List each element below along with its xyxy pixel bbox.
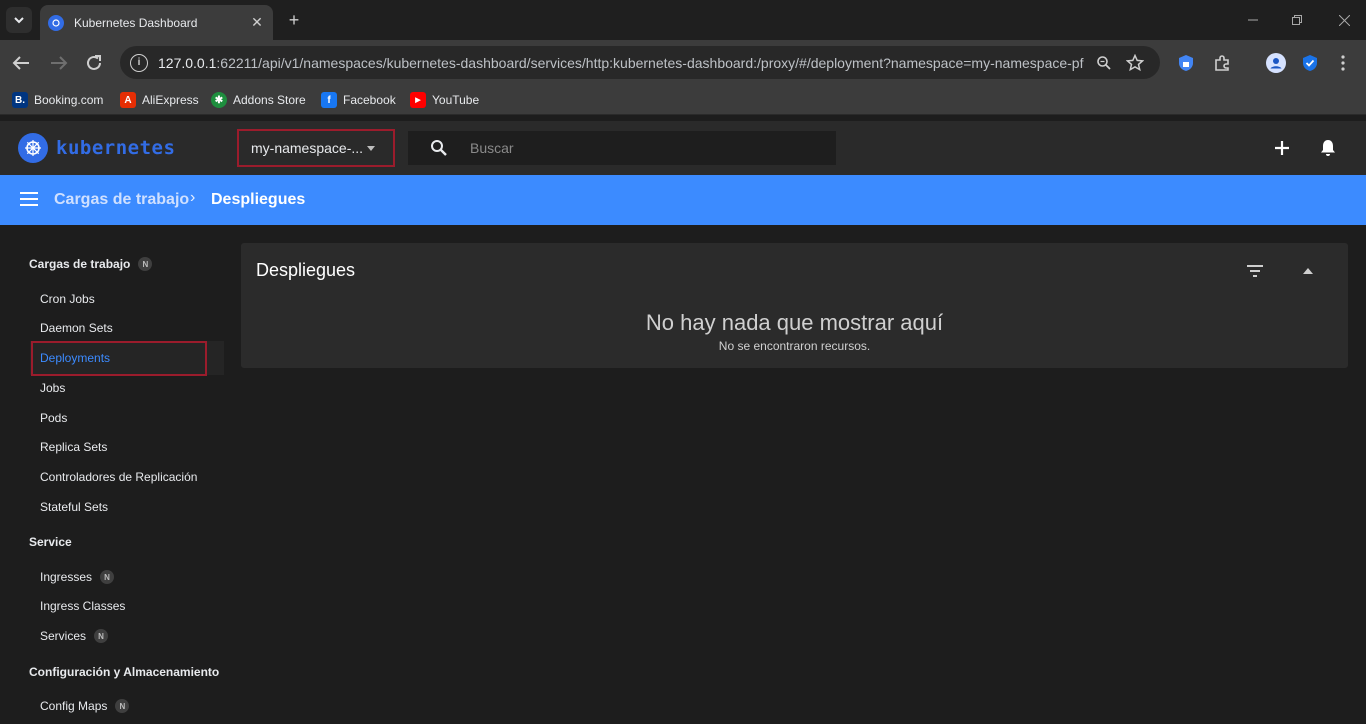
bookmarks-bar: B. Booking.com A AliExpress ✱ Addons Sto… bbox=[0, 85, 1366, 115]
sidebar-item-services[interactable]: Services N bbox=[40, 629, 109, 643]
aliexpress-icon: A bbox=[120, 92, 136, 108]
section-label: Configuración y Almacenamiento bbox=[29, 665, 220, 679]
forward-icon[interactable] bbox=[46, 50, 72, 76]
tab-title: Kubernetes Dashboard bbox=[74, 15, 198, 30]
breadcrumb-workloads[interactable]: Cargas de trabajo bbox=[54, 191, 189, 209]
extensions-icon[interactable] bbox=[1210, 51, 1234, 75]
section-label: Service bbox=[29, 535, 72, 549]
bookmark-booking[interactable]: B. Booking.com bbox=[12, 92, 103, 108]
sidebar-item-replication-controllers[interactable]: Controladores de Replicación bbox=[40, 470, 197, 484]
url-text[interactable]: 127.0.0.1:62211/api/v1/namespaces/kubern… bbox=[158, 55, 1088, 71]
namespace-selector[interactable]: my-namespace-... bbox=[237, 129, 395, 167]
breadcrumb-bar: Cargas de trabajo › Despliegues bbox=[0, 175, 1366, 225]
sidebar-item-ingress-classes[interactable]: Ingress Classes bbox=[40, 599, 125, 613]
sidebar-item-config-maps[interactable]: Config Maps N bbox=[40, 699, 130, 713]
sidebar-item-ingresses[interactable]: Ingresses N bbox=[40, 570, 115, 584]
collapse-icon[interactable] bbox=[1295, 258, 1321, 284]
bookmark-youtube[interactable]: ▶ YouTube bbox=[410, 92, 479, 108]
deployments-card: Despliegues No hay nada que mostrar aquí… bbox=[241, 243, 1348, 368]
minimize-icon[interactable] bbox=[1243, 10, 1263, 30]
restore-icon[interactable] bbox=[1287, 10, 1307, 30]
new-tab-button[interactable]: + bbox=[282, 8, 306, 32]
card-title: Despliegues bbox=[256, 260, 356, 280]
sidebar-section-config-storage[interactable]: Configuración y Almacenamiento bbox=[29, 665, 219, 679]
bookmark-label: Addons Store bbox=[233, 93, 306, 107]
browser-tab-bar: Kubernetes Dashboard ✕ + bbox=[0, 0, 1366, 40]
sidebar-item-pods[interactable]: Pods bbox=[40, 411, 67, 425]
bookmark-aliexpress[interactable]: A AliExpress bbox=[120, 92, 199, 108]
helm-wheel-icon bbox=[18, 133, 48, 163]
youtube-icon: ▶ bbox=[410, 92, 426, 108]
dropdown-arrow-icon bbox=[367, 146, 375, 151]
search-icon bbox=[408, 139, 470, 157]
booking-icon: B. bbox=[12, 92, 28, 108]
breadcrumb-separator-icon: › bbox=[190, 189, 196, 206]
empty-state-title: No hay nada que mostrar aquí bbox=[645, 310, 944, 335]
kubernetes-logo[interactable]: kubernetes bbox=[18, 133, 175, 163]
empty-state-subtitle: No se encontraron recursos. bbox=[718, 339, 871, 353]
plus-icon bbox=[1275, 141, 1289, 155]
bookmark-label: AliExpress bbox=[142, 93, 199, 107]
tab-close-icon[interactable]: ✕ bbox=[249, 14, 265, 31]
filter-icon[interactable] bbox=[1242, 258, 1268, 284]
search-input[interactable] bbox=[470, 140, 810, 156]
sidebar-item-daemon-sets[interactable]: Daemon Sets bbox=[40, 321, 113, 335]
address-bar[interactable]: i 127.0.0.1:62211/api/v1/namespaces/kube… bbox=[120, 46, 1160, 79]
window-close-icon[interactable] bbox=[1334, 10, 1354, 30]
sidebar-item-replica-sets[interactable]: Replica Sets bbox=[40, 440, 107, 454]
search-box bbox=[408, 131, 836, 165]
bell-icon bbox=[1321, 140, 1335, 156]
browser-menu-icon[interactable] bbox=[1331, 51, 1355, 75]
tab-search-button[interactable] bbox=[6, 7, 32, 33]
namespaced-badge: N bbox=[115, 699, 130, 713]
section-label: Cargas de trabajo bbox=[29, 257, 131, 271]
site-info-icon[interactable]: i bbox=[130, 53, 148, 72]
profile-avatar-icon[interactable] bbox=[1264, 51, 1288, 75]
notifications-button[interactable] bbox=[1315, 135, 1341, 161]
facebook-icon: f bbox=[321, 92, 337, 108]
create-resource-button[interactable] bbox=[1269, 135, 1295, 161]
password-manager-icon[interactable] bbox=[1174, 51, 1198, 75]
sidebar-item-stateful-sets[interactable]: Stateful Sets bbox=[40, 500, 108, 514]
chevron-down-icon bbox=[14, 17, 24, 24]
namespace-value: my-namespace-... bbox=[251, 140, 364, 156]
bookmark-label: Booking.com bbox=[34, 93, 104, 107]
sidebar: Cargas de trabajo N Cron Jobs Daemon Set… bbox=[0, 225, 226, 724]
namespaced-badge: N bbox=[94, 629, 109, 643]
browser-tab[interactable]: Kubernetes Dashboard ✕ bbox=[40, 5, 273, 40]
addons-store-icon: ✱ bbox=[211, 92, 227, 108]
sidebar-item-cron-jobs[interactable]: Cron Jobs bbox=[40, 292, 95, 306]
bookmark-label: Facebook bbox=[343, 93, 396, 107]
logo-text: kubernetes bbox=[56, 137, 176, 159]
kubernetes-favicon-icon bbox=[48, 14, 64, 31]
app-header: kubernetes my-namespace-... bbox=[0, 121, 1366, 175]
sidebar-item-jobs[interactable]: Jobs bbox=[40, 381, 65, 395]
bookmark-label: YouTube bbox=[432, 93, 480, 107]
bookmark-addons-store[interactable]: ✱ Addons Store bbox=[211, 92, 306, 108]
sidebar-item-deployments[interactable]: Deployments bbox=[40, 351, 110, 365]
reload-icon[interactable] bbox=[81, 50, 107, 76]
hamburger-menu-icon[interactable] bbox=[20, 192, 38, 206]
bookmark-facebook[interactable]: f Facebook bbox=[321, 92, 396, 108]
browser-toolbar: i 127.0.0.1:62211/api/v1/namespaces/kube… bbox=[0, 40, 1366, 85]
namespaced-badge: N bbox=[138, 257, 153, 271]
breadcrumb-current: Despliegues bbox=[211, 191, 306, 208]
sidebar-section-workloads[interactable]: Cargas de trabajo N bbox=[29, 257, 153, 271]
sidebar-section-service[interactable]: Service bbox=[29, 535, 72, 549]
bookmark-star-icon[interactable] bbox=[1124, 52, 1146, 74]
namespaced-badge: N bbox=[100, 570, 115, 584]
back-icon[interactable] bbox=[8, 50, 34, 76]
security-shield-icon[interactable] bbox=[1298, 51, 1322, 75]
zoom-icon[interactable] bbox=[1093, 52, 1115, 74]
